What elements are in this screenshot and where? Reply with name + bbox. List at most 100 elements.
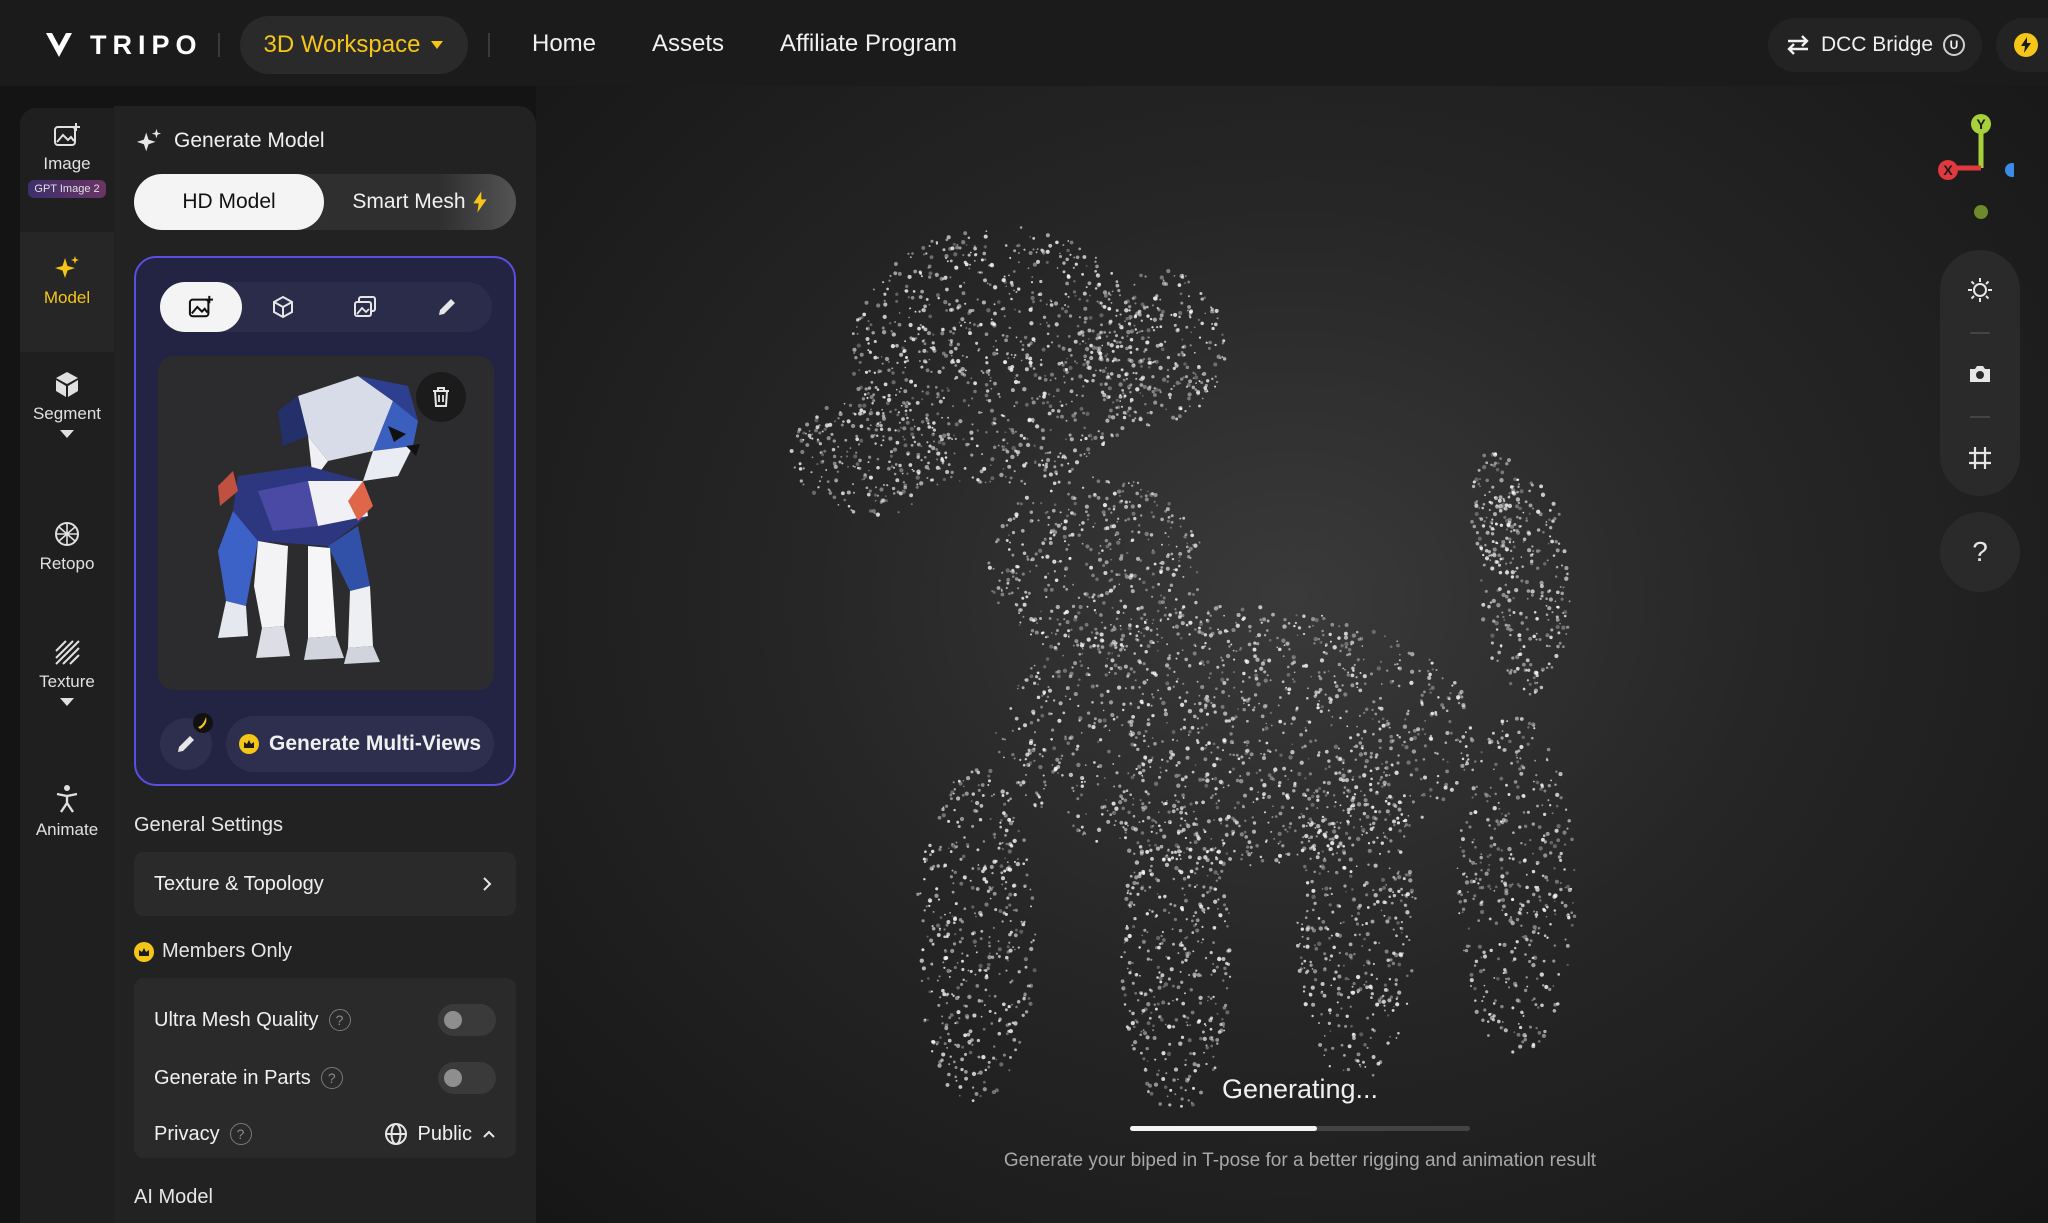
tripo-logo[interactable]: TRIPO (44, 30, 203, 60)
privacy-value: Public (417, 1122, 472, 1145)
rail-item-animate[interactable]: Animate (20, 784, 114, 874)
crown-icon (134, 941, 154, 962)
rail-item-retopo[interactable]: Retopo (20, 520, 114, 610)
multi-view-tab[interactable] (242, 282, 324, 332)
general-settings-heading: General Settings (134, 814, 283, 836)
chevron-down-icon[interactable] (60, 698, 74, 706)
generate-parts-toggle[interactable] (438, 1062, 496, 1094)
nav-home[interactable]: Home (532, 30, 596, 58)
divider (218, 33, 220, 57)
tool-rail: Image GPT Image 2 Model Segment Retopo T… (20, 108, 114, 1223)
top-bar: TRIPO 3D Workspace Home Assets Affiliate… (0, 0, 2048, 86)
generate-panel: Generate Model HD Model Smart Mesh Gener… (114, 106, 536, 1223)
text-prompt-tab[interactable] (406, 282, 488, 332)
pencil-icon (178, 736, 194, 752)
members-only-heading: Members Only (134, 940, 292, 963)
globe-icon (384, 1123, 407, 1145)
dcc-bridge-button[interactable]: DCC Bridge U (1768, 18, 1982, 72)
camera-icon (1970, 366, 1990, 382)
logo-text: TRIPO (90, 29, 203, 60)
privacy-dropdown[interactable]: Public (384, 1122, 496, 1146)
help-button[interactable]: ? (1940, 512, 2020, 592)
rail-item-image[interactable]: Image GPT Image 2 (20, 122, 114, 232)
screenshot-button[interactable] (1940, 344, 2020, 404)
smart-mesh-tab[interactable]: Smart Mesh (324, 174, 516, 230)
rail-label-segment: Segment (32, 404, 102, 423)
ultra-mesh-toggle[interactable] (438, 1004, 496, 1036)
dcc-bridge-label: DCC Bridge (1820, 33, 1934, 56)
ultra-mesh-label: Ultra Mesh Quality (154, 1008, 319, 1031)
rail-label-texture: Texture (39, 672, 95, 691)
workspace-label: 3D Workspace (263, 31, 421, 58)
lighting-button[interactable] (1940, 260, 2020, 320)
chevron-right-icon (483, 877, 492, 891)
cube-segments-icon (56, 372, 78, 397)
single-image-tab[interactable] (160, 282, 242, 332)
image-plus-icon (188, 295, 213, 318)
3d-viewport[interactable] (536, 86, 2048, 1223)
point-cloud-dog (789, 226, 1577, 1108)
tripo-logo-icon (46, 33, 72, 57)
generate-multi-views-label: Generate Multi-Views (268, 732, 481, 755)
swap-icon (1787, 35, 1809, 55)
privacy-label: Privacy (154, 1122, 220, 1145)
privacy-row: Privacy ? Public (154, 1114, 496, 1154)
chevron-up-icon (483, 1130, 495, 1138)
members-only-label: Members Only (162, 940, 293, 962)
rail-label-animate: Animate (35, 820, 99, 839)
rail-item-segment[interactable]: Segment (20, 370, 114, 480)
member-settings: Ultra Mesh Quality ? Generate in Parts ?… (134, 978, 516, 1158)
image-plus-icon (54, 123, 80, 146)
trash-icon (433, 387, 449, 407)
axis-gizmo[interactable]: Y X (1934, 110, 2019, 220)
grid-icon (1969, 447, 1991, 469)
help-icon[interactable]: ? (229, 1123, 252, 1145)
panel-header: Generate Model (136, 128, 325, 154)
workspace-dropdown[interactable]: 3D Workspace (240, 16, 468, 74)
sparkle-icon (55, 256, 79, 278)
sparkle-icon (136, 128, 162, 152)
texture-topology-label: Texture & Topology (154, 872, 324, 895)
caret-down-icon (431, 41, 444, 49)
input-card: Generate Multi-Views (134, 256, 516, 786)
pencil-icon (439, 299, 455, 315)
ultra-mesh-row: Ultra Mesh Quality ? (154, 1000, 496, 1040)
generate-parts-label: Generate in Parts (154, 1066, 311, 1089)
batch-images-tab[interactable] (324, 282, 406, 332)
texture-topology-row[interactable]: Texture & Topology (134, 852, 516, 916)
grid-toggle-button[interactable] (1940, 428, 2020, 488)
divider (1970, 416, 1990, 418)
credits-button[interactable] (1996, 18, 2048, 72)
sun-icon (1968, 278, 1992, 302)
rail-label-model: Model (43, 288, 91, 307)
rail-item-model[interactable]: Model (20, 232, 114, 352)
hd-model-tab[interactable]: HD Model (134, 174, 324, 230)
generation-progress (1130, 1126, 1470, 1131)
chevron-down-icon[interactable] (60, 430, 74, 438)
divider (488, 33, 490, 57)
crown-icon (238, 734, 259, 754)
bolt-icon (472, 191, 487, 213)
generation-hint: Generate your biped in T-pose for a bett… (1003, 1150, 1597, 1171)
divider (1970, 332, 1990, 334)
help-icon[interactable]: ? (328, 1009, 351, 1031)
uploaded-image-preview[interactable] (158, 356, 494, 690)
nav-assets[interactable]: Assets (652, 30, 724, 58)
running-figure-icon (56, 785, 78, 813)
bolt-icon (2014, 33, 2038, 57)
ai-model-heading: AI Model (134, 1186, 213, 1208)
rail-item-texture[interactable]: Texture (20, 638, 114, 748)
viewport-toolbar (1940, 250, 2020, 496)
edit-image-button[interactable] (160, 713, 213, 770)
delete-image-button[interactable] (416, 372, 466, 422)
help-icon[interactable]: ? (320, 1067, 343, 1089)
generate-parts-row: Generate in Parts ? (154, 1058, 496, 1098)
rail-label-retopo: Retopo (39, 554, 95, 573)
rail-label-image: Image (43, 154, 91, 173)
generate-multi-views-button[interactable]: Generate Multi-Views (226, 716, 494, 772)
cube-icon (273, 295, 293, 319)
nav-affiliate-program[interactable]: Affiliate Program (780, 30, 957, 58)
mode-switch: HD Model Smart Mesh (134, 174, 516, 230)
images-stack-icon (354, 296, 376, 317)
panel-title: Generate Model (174, 129, 325, 152)
